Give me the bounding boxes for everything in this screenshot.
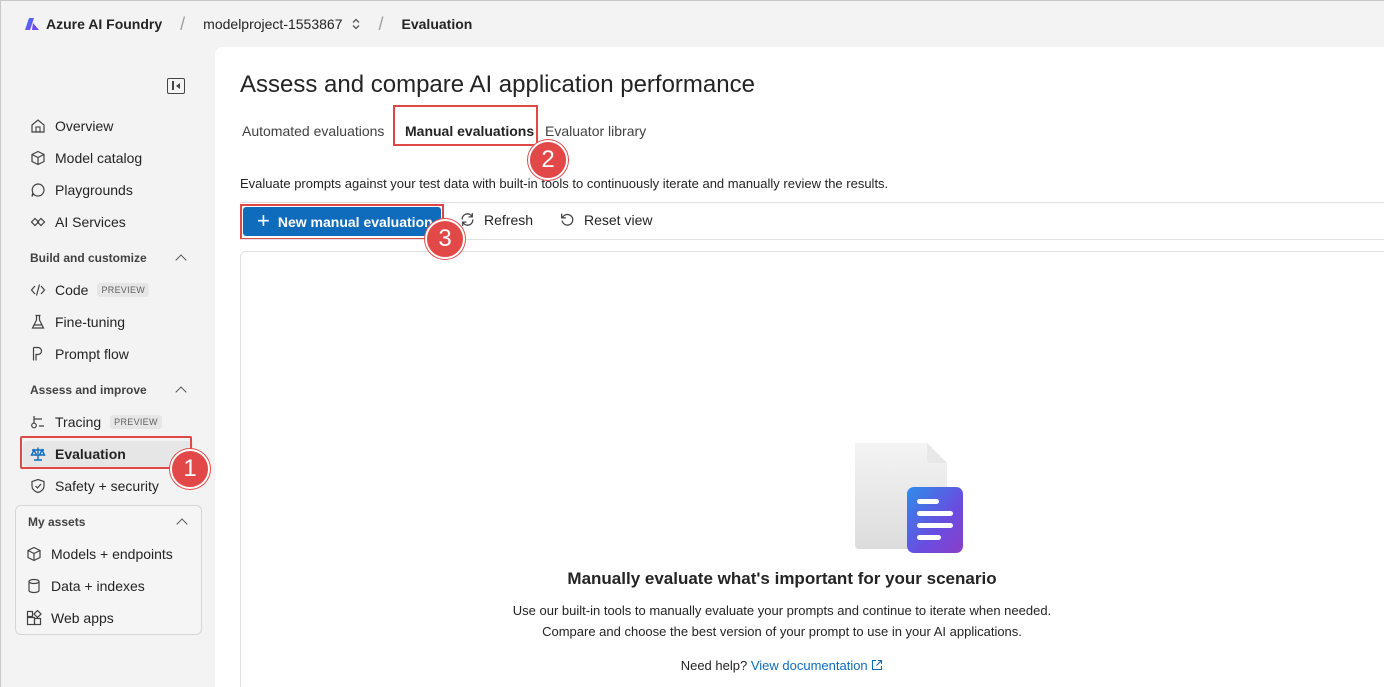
help-prefix: Need help? xyxy=(680,658,748,673)
empty-state-title: Manually evaluate what's important for y… xyxy=(567,569,997,588)
project-selector[interactable]: modelproject-1553867 xyxy=(203,16,360,32)
section-assess-and-improve[interactable]: Assess and improve xyxy=(30,383,187,398)
sidebar-item-tracing[interactable]: Tracing PREVIEW xyxy=(23,409,193,435)
database-icon xyxy=(25,578,42,595)
page-description: Evaluate prompts against your test data … xyxy=(240,176,889,191)
refresh-icon xyxy=(461,213,474,226)
preview-badge: PREVIEW xyxy=(110,415,162,429)
sidebar-item-label: Data + indexes xyxy=(51,578,145,594)
top-bar: Azure AI Foundry / modelproject-1553867 … xyxy=(1,1,1384,47)
external-link-icon xyxy=(872,659,883,671)
empty-state-card xyxy=(240,251,1384,687)
view-documentation-link[interactable]: View documentation xyxy=(751,658,883,673)
sidebar: Overview Model catalog Playgrounds AI Se… xyxy=(1,47,215,687)
sidebar-item-ai-services[interactable]: AI Services xyxy=(23,209,193,235)
highlight-box-evaluation xyxy=(20,436,192,469)
sidebar-item-label: Model catalog xyxy=(55,150,143,166)
tracing-icon xyxy=(29,414,46,431)
apps-icon xyxy=(25,610,42,627)
brand[interactable]: Azure AI Foundry xyxy=(25,16,162,32)
cube-icon xyxy=(29,150,46,167)
empty-state-line1: Use our built-in tools to manually evalu… xyxy=(512,603,1052,618)
sidebar-item-label: Playgrounds xyxy=(55,182,133,198)
chevron-up-icon xyxy=(176,518,188,530)
cube-icon xyxy=(25,546,42,563)
sidebar-item-label: Code xyxy=(55,282,89,298)
sidebar-item-label: Models + endpoints xyxy=(51,546,173,562)
button-label: Reset view xyxy=(584,211,653,228)
preview-badge: PREVIEW xyxy=(97,283,150,297)
sidebar-item-label: Safety + security xyxy=(55,478,159,494)
sidebar-item-overview[interactable]: Overview xyxy=(23,113,193,139)
chevron-up-down-icon xyxy=(352,18,359,30)
section-label: Assess and improve xyxy=(30,383,147,397)
section-my-assets[interactable]: My assets xyxy=(28,515,188,530)
breadcrumb-separator: / xyxy=(180,13,186,34)
sidebar-item-fine-tuning[interactable]: Fine-tuning xyxy=(23,309,193,335)
sidebar-item-model-catalog[interactable]: Model catalog xyxy=(23,145,193,171)
tab-automated-evaluations[interactable]: Automated evaluations xyxy=(242,123,384,139)
sidebar-item-label: Web apps xyxy=(51,610,114,626)
document-illustration-icon xyxy=(855,443,963,553)
sidebar-item-web-apps[interactable]: Web apps xyxy=(19,605,189,631)
sidebar-item-label: AI Services xyxy=(55,214,126,230)
sidebar-item-data-indexes[interactable]: Data + indexes xyxy=(19,573,189,599)
help-text: Need help? View documentation xyxy=(215,658,1349,673)
sidebar-item-prompt-flow[interactable]: Prompt flow xyxy=(23,341,193,367)
sidebar-item-label: Fine-tuning xyxy=(55,314,126,330)
highlight-box-new-button xyxy=(240,204,444,240)
sidebar-item-code[interactable]: Code PREVIEW xyxy=(23,277,193,303)
code-icon xyxy=(29,282,46,299)
chat-icon xyxy=(29,182,46,199)
sidebar-item-safety-security[interactable]: Safety + security xyxy=(23,473,193,499)
breadcrumb-separator: / xyxy=(378,13,384,34)
toolbar-divider xyxy=(240,202,1384,203)
flow-icon xyxy=(29,346,46,363)
chevron-up-icon xyxy=(175,254,187,266)
services-icon xyxy=(29,214,46,231)
button-label: Refresh xyxy=(484,211,534,228)
link-label: View documentation xyxy=(750,658,868,673)
sidebar-item-models-endpoints[interactable]: Models + endpoints xyxy=(19,541,189,567)
sidebar-item-label: Overview xyxy=(55,118,114,134)
section-build-and-customize[interactable]: Build and customize xyxy=(30,251,187,266)
project-name: modelproject-1553867 xyxy=(203,16,343,32)
sidebar-item-playgrounds[interactable]: Playgrounds xyxy=(23,177,193,203)
main-panel: Assess and compare AI application perfor… xyxy=(215,47,1384,687)
brand-name: Azure AI Foundry xyxy=(46,16,163,32)
toolbar-divider xyxy=(240,239,1384,240)
collapse-sidebar-icon[interactable] xyxy=(167,78,185,94)
tab-evaluator-library[interactable]: Evaluator library xyxy=(545,123,646,139)
section-label: My assets xyxy=(28,515,86,529)
reset-icon xyxy=(561,213,574,226)
empty-state-line2: Compare and choose the best version of y… xyxy=(542,624,1022,639)
callout-1: 1 xyxy=(170,449,210,489)
callout-2: 2 xyxy=(528,140,568,180)
page-title: Assess and compare AI application perfor… xyxy=(240,71,755,98)
callout-3: 3 xyxy=(425,219,465,259)
home-icon xyxy=(29,118,46,135)
foundry-logo-icon xyxy=(25,18,39,30)
breadcrumb-current: Evaluation xyxy=(401,16,473,32)
section-label: Build and customize xyxy=(30,251,147,265)
shield-icon xyxy=(29,478,46,495)
chevron-up-icon xyxy=(175,386,187,398)
highlight-box-manual-tab xyxy=(393,105,538,146)
refresh-button[interactable]: Refresh xyxy=(459,211,533,228)
flask-icon xyxy=(29,314,46,331)
sidebar-item-label: Prompt flow xyxy=(55,346,129,362)
sidebar-item-label: Tracing xyxy=(55,414,102,430)
reset-view-button[interactable]: Reset view xyxy=(559,211,652,228)
